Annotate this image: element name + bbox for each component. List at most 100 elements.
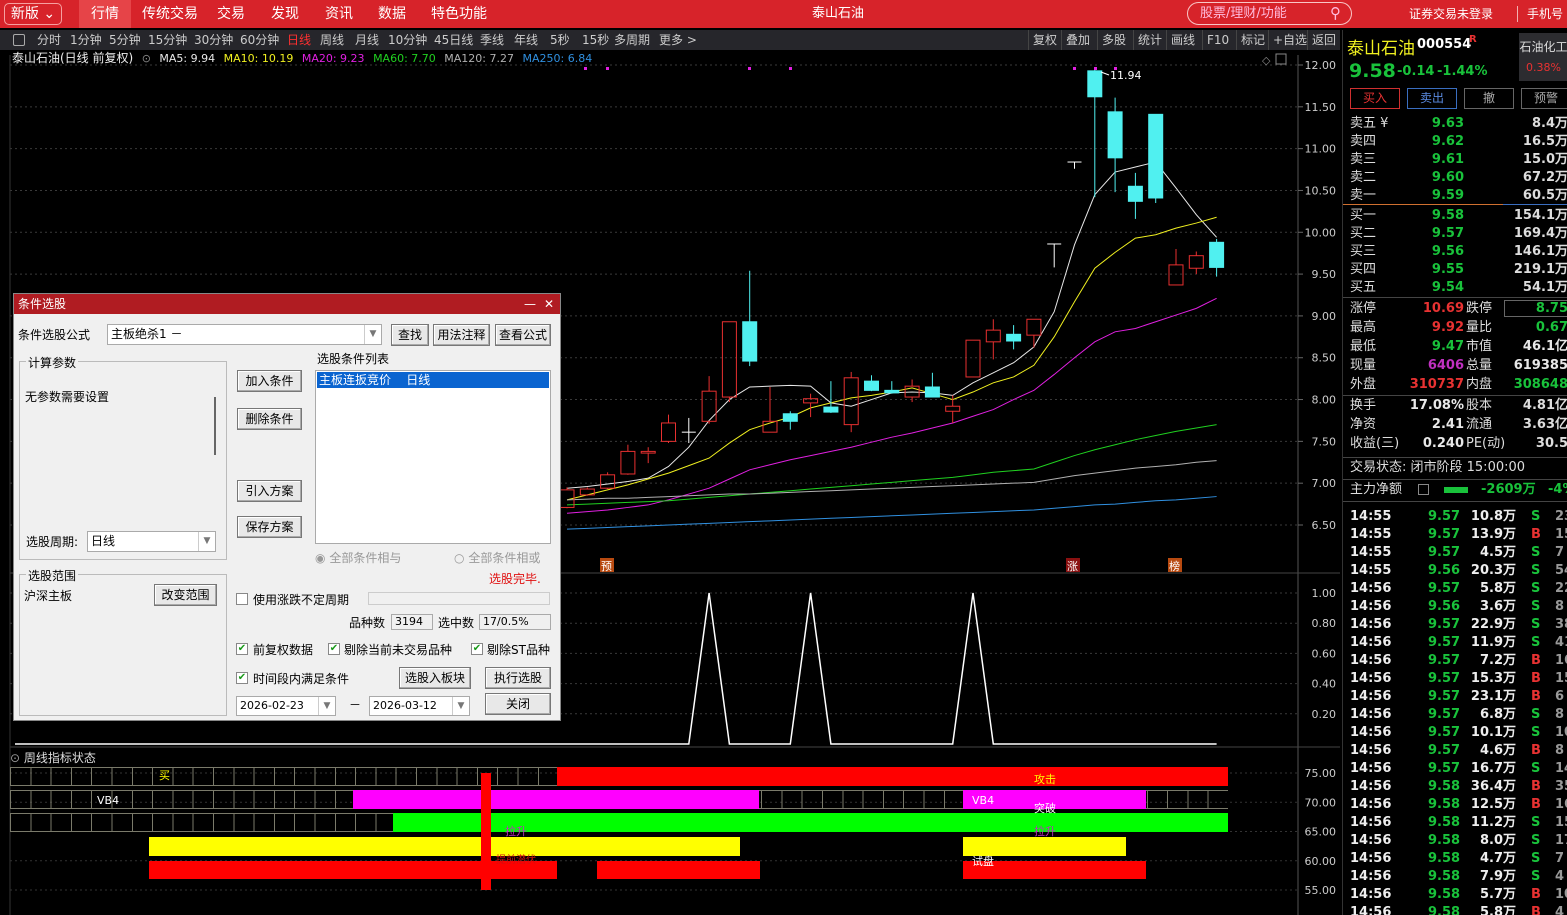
radio-all-and[interactable]: ◉ 全部条件相与 [315,549,401,566]
period-satisfy-checkbox[interactable]: ✔ [236,672,248,684]
bid-row[interactable]: 买三 9.56 146.1万 [1343,243,1567,261]
chevron-down-icon[interactable]: ▼ [198,532,215,551]
panel-toggle-icon[interactable] [1275,53,1287,65]
radio-all-or[interactable]: ○ 全部条件相或 [454,549,540,566]
candle[interactable] [1209,238,1225,277]
usage-notes-button[interactable]: 用法注释 [433,324,490,346]
minimize-icon[interactable]: — [524,294,536,314]
candle[interactable] [843,371,859,433]
bid-row[interactable]: 买二 9.57 169.4万 [1343,225,1567,243]
trade-price: 9.57 [1428,581,1461,596]
candle[interactable] [579,487,595,496]
alert-button[interactable]: 预警 [1521,88,1567,109]
buy-button[interactable]: 买入 [1350,88,1400,109]
adjusted-data-checkbox[interactable]: ✔ [236,643,248,655]
candle[interactable] [965,339,981,378]
condition-listbox[interactable]: 主板连扳竞价 日线 [315,370,551,544]
exclude-st-checkbox[interactable]: ✔ [471,643,483,655]
import-plan-button[interactable]: 引入方案 [237,480,302,502]
diamond-icon[interactable]: ◇ [1262,54,1271,67]
candle[interactable] [661,414,676,444]
tick-trades-list[interactable]: 14:55 9.57 10.8万 S 23 14:55 9.57 13.9万 B 15 14:55 9… [1343,502,1567,915]
candle[interactable] [803,393,819,418]
candle[interactable] [620,444,636,475]
weekly-panel-title[interactable]: ⊙ 周线指标状态 [10,749,96,766]
dialog-title-bar[interactable]: 条件选股 — ✕ [14,294,560,314]
ask-row[interactable]: 卖一 9.59 60.5万 [1343,187,1567,205]
trade-side: S [1531,581,1541,596]
chevron-down-icon[interactable]: ▼ [452,697,469,715]
trade-side: S [1531,815,1541,830]
chevron-down-icon[interactable]: ▼ [364,325,381,344]
ask-row[interactable]: 卖四 9.62 16.5万 [1343,133,1567,151]
params-scrollbar[interactable] [214,397,216,455]
sell-button[interactable]: 卖出 [1407,88,1457,109]
candle[interactable] [945,395,961,423]
close-icon[interactable]: ✕ [544,294,554,314]
candle[interactable] [1087,70,1103,198]
save-plan-button[interactable]: 保存方案 [237,516,302,538]
cancel-order-button[interactable]: 撤 [1464,88,1514,109]
view-formula-button[interactable]: 查看公式 [495,324,551,346]
candle[interactable] [782,411,798,430]
list-icon[interactable] [1418,484,1429,495]
period-select[interactable]: 日线 ▼ [87,531,216,552]
candle[interactable] [884,381,900,394]
candle[interactable] [701,376,717,424]
candle[interactable] [1067,161,1082,169]
trade-volume: 4.5万 [1479,545,1516,560]
bid-row[interactable]: 买五 9.54 54.1万 [1343,279,1567,297]
candle[interactable] [1047,243,1062,268]
candle[interactable] [681,417,696,444]
candle[interactable] [1148,113,1164,203]
selected-label: 选中数 [438,616,475,630]
bid-row[interactable]: 买一 9.58 154.1万 [1343,207,1567,225]
ask-row[interactable]: 卖五 ¥ 9.63 8.4万 [1343,115,1567,133]
candle[interactable] [762,387,778,433]
candle[interactable] [924,372,940,398]
stat-label: 收益(三) [1350,436,1400,451]
condition-list-item[interactable]: 主板连扳竞价 日线 [317,372,549,388]
candle[interactable] [823,381,839,413]
candle[interactable] [600,472,616,490]
date-from-select[interactable]: 2026-02-23 ▼ [236,696,336,716]
candle[interactable] [1026,318,1042,348]
candle[interactable] [864,375,879,392]
candle[interactable] [904,379,920,403]
ask-row[interactable]: 卖二 9.60 67.2万 [1343,169,1567,187]
close-button[interactable]: 关闭 [485,693,551,715]
bid-row[interactable]: 买四 9.55 219.1万 [1343,261,1567,279]
book-divider-ask [1343,204,1503,205]
variable-period-checkbox[interactable] [236,593,248,605]
execute-button[interactable]: 执行选股 [485,667,551,689]
radio-icon[interactable]: ◉ [315,551,325,565]
delete-condition-button[interactable]: 删除条件 [237,408,302,430]
change-range-button[interactable]: 改变范围 [154,584,217,606]
find-button[interactable]: 查找 [391,324,429,346]
add-condition-button[interactable]: 加入条件 [237,370,302,392]
sector-box[interactable]: 石油化工 0.38% [1519,33,1567,81]
formula-select[interactable]: 主板绝杀1 － ▼ [107,324,382,345]
stat-row: 最高 9.92 量比 0.67 [1343,319,1567,337]
stat-row: 最低 9.47 市值 46.1亿 [1343,338,1567,356]
candle[interactable] [985,319,1001,360]
radio-icon[interactable]: ○ [454,551,464,565]
candle[interactable] [1188,251,1204,275]
candle[interactable] [742,270,758,367]
candle[interactable] [1127,172,1143,219]
exclude-untraded-checkbox[interactable]: ✔ [328,643,340,655]
ask-row[interactable]: 卖三 9.61 15.0万 [1343,151,1567,169]
login-status-link[interactable]: 证券交易未登录 [1409,0,1493,28]
candle[interactable] [721,321,737,403]
collapse-icon[interactable]: ⊙ [10,751,20,765]
chevron-down-icon[interactable]: ▼ [318,697,335,715]
phone-login-link[interactable]: 手机号 [1517,6,1563,22]
date-to-select[interactable]: 2026-03-12 ▼ [369,696,470,716]
level-price: 9.61 [1431,152,1464,167]
price-tick-label: 8.00 [1312,394,1337,407]
candle[interactable] [1006,325,1022,350]
radio-or-label: 全部条件相或 [468,551,541,565]
add-to-block-button[interactable]: 选股入板块 [399,667,471,689]
candle[interactable] [640,447,656,464]
candle[interactable] [1168,249,1184,286]
